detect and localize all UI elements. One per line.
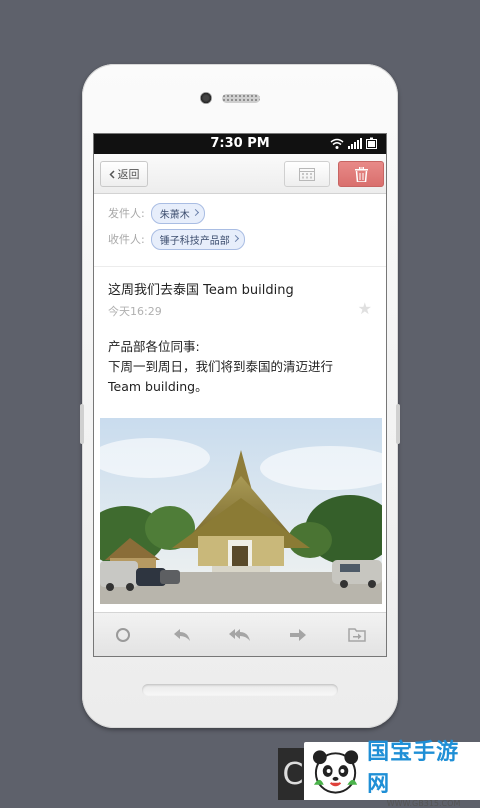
subject-area: 这周我们去泰国 Team building 今天16:29 ★ bbox=[94, 267, 386, 325]
reply-button[interactable] bbox=[167, 623, 197, 647]
body-line-2: 下周一到周日，我们将到泰国的清迈进行 bbox=[108, 359, 334, 374]
circle-icon bbox=[116, 627, 131, 642]
delete-button[interactable] bbox=[338, 161, 384, 187]
watermark-url: WWW.GB315.COM bbox=[386, 799, 461, 808]
mail-time: 今天16:29 bbox=[108, 305, 162, 318]
address-section: 发件人: 朱萧木 收件人: 锤子科技产品部 bbox=[94, 194, 386, 267]
status-icons bbox=[330, 137, 378, 149]
wifi-icon bbox=[330, 138, 344, 149]
panda-icon bbox=[312, 750, 359, 794]
mail-subject: 这周我们去泰国 Team building bbox=[108, 283, 294, 298]
temple-photo bbox=[100, 418, 382, 604]
chevron-left-icon bbox=[108, 169, 115, 179]
back-label: 返回 bbox=[117, 168, 140, 181]
forward-icon bbox=[290, 628, 307, 641]
power-button bbox=[396, 404, 400, 444]
signal-icon bbox=[348, 138, 362, 149]
forward-button[interactable] bbox=[283, 623, 313, 647]
recipient-row: 收件人: 锤子科技产品部 bbox=[108, 226, 386, 252]
sender-chip[interactable]: 朱萧木 bbox=[150, 202, 205, 224]
reply-all-icon bbox=[228, 628, 250, 641]
recipient-label: 收件人: bbox=[108, 233, 145, 246]
front-camera bbox=[200, 92, 212, 104]
body-line-3: Team building。 bbox=[108, 379, 208, 394]
circle-button[interactable] bbox=[108, 623, 138, 647]
phone-frame: 7:30 PM 返回 发件人: 朱萧木 收件人: 锤子科技产品部 这周我们去泰国… bbox=[80, 64, 400, 728]
trash-icon bbox=[354, 166, 368, 182]
sender-label: 发件人: bbox=[108, 207, 145, 220]
watermark-text: 国宝手游网 WWW.GB315.COM bbox=[367, 734, 480, 808]
recipient-chip[interactable]: 锤子科技产品部 bbox=[150, 228, 245, 250]
site-watermark: 国宝手游网 WWW.GB315.COM bbox=[304, 740, 480, 808]
move-to-folder-button[interactable] bbox=[342, 623, 372, 647]
earpiece-speaker bbox=[222, 94, 260, 103]
sender-row: 发件人: 朱萧木 bbox=[108, 200, 386, 226]
volume-button bbox=[80, 404, 84, 444]
back-button[interactable]: 返回 bbox=[100, 161, 148, 187]
home-button-bar bbox=[142, 684, 338, 696]
mail-toolbar: 返回 bbox=[94, 154, 386, 194]
reply-all-button[interactable] bbox=[225, 623, 255, 647]
star-icon[interactable]: ★ bbox=[358, 299, 372, 318]
phone-screen: 7:30 PM 返回 发件人: 朱萧木 收件人: 锤子科技产品部 这周我们去泰国… bbox=[93, 133, 387, 657]
attached-photo[interactable] bbox=[100, 418, 382, 604]
bottom-action-bar bbox=[94, 612, 386, 656]
status-bar: 7:30 PM bbox=[94, 134, 386, 154]
battery-icon bbox=[366, 137, 377, 149]
watermark-title: 国宝手游网 bbox=[367, 740, 460, 797]
folder-move-icon bbox=[348, 628, 366, 642]
reply-icon bbox=[173, 628, 190, 641]
calendar-button[interactable] bbox=[284, 161, 330, 187]
calendar-icon bbox=[299, 168, 315, 181]
body-line-1: 产品部各位同事: bbox=[108, 339, 200, 354]
